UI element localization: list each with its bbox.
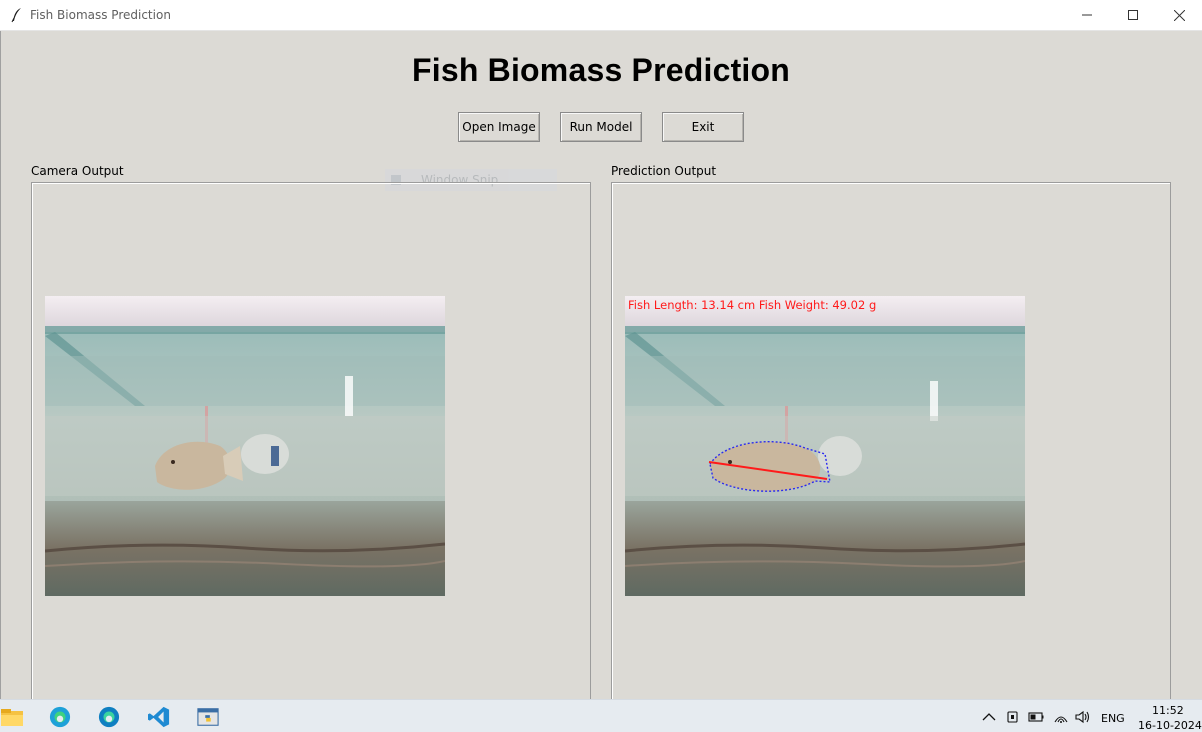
run-model-button[interactable]: Run Model bbox=[560, 112, 642, 142]
clock-date[interactable]: 16-10-2024 bbox=[1138, 719, 1202, 732]
chevron-up-icon[interactable] bbox=[981, 710, 997, 724]
edge-beta-icon[interactable] bbox=[97, 706, 121, 728]
window-title: Fish Biomass Prediction bbox=[30, 8, 171, 22]
edge-icon[interactable] bbox=[48, 706, 72, 728]
open-image-button[interactable]: Open Image bbox=[458, 112, 540, 142]
minimize-icon bbox=[1082, 14, 1092, 16]
vscode-icon[interactable] bbox=[147, 706, 171, 728]
meet-now-icon[interactable] bbox=[1005, 710, 1021, 724]
prediction-image: Fish Length: 13.14 cm Fish Weight: 49.02… bbox=[625, 296, 1025, 596]
feather-icon bbox=[11, 8, 21, 23]
clock-time[interactable]: 11:52 bbox=[1152, 704, 1184, 717]
maximize-icon bbox=[1128, 10, 1138, 20]
window-left-border bbox=[0, 31, 1, 699]
window-title-bar: Fish Biomass Prediction bbox=[0, 0, 1202, 31]
camera-image bbox=[45, 296, 445, 596]
maximize-button[interactable] bbox=[1110, 0, 1156, 30]
exit-button[interactable]: Exit bbox=[662, 112, 744, 142]
wifi-icon[interactable] bbox=[1053, 710, 1069, 724]
close-icon bbox=[1173, 9, 1185, 21]
page-title: Fish Biomass Prediction bbox=[411, 52, 791, 88]
battery-icon[interactable] bbox=[1028, 710, 1044, 724]
prediction-output-label: Prediction Output bbox=[611, 164, 717, 178]
taskbar: ENG 11:52 16-10-2024 bbox=[0, 699, 1202, 732]
camera-output-label: Camera Output bbox=[31, 164, 124, 178]
language-indicator[interactable]: ENG bbox=[1101, 712, 1125, 725]
file-explorer-icon[interactable] bbox=[0, 706, 24, 728]
python-idle-icon[interactable] bbox=[196, 706, 220, 728]
close-button[interactable] bbox=[1156, 0, 1202, 30]
volume-icon[interactable] bbox=[1075, 710, 1091, 724]
minimize-button[interactable] bbox=[1064, 0, 1110, 30]
prediction-overlay-text: Fish Length: 13.14 cm Fish Weight: 49.02… bbox=[628, 298, 877, 312]
